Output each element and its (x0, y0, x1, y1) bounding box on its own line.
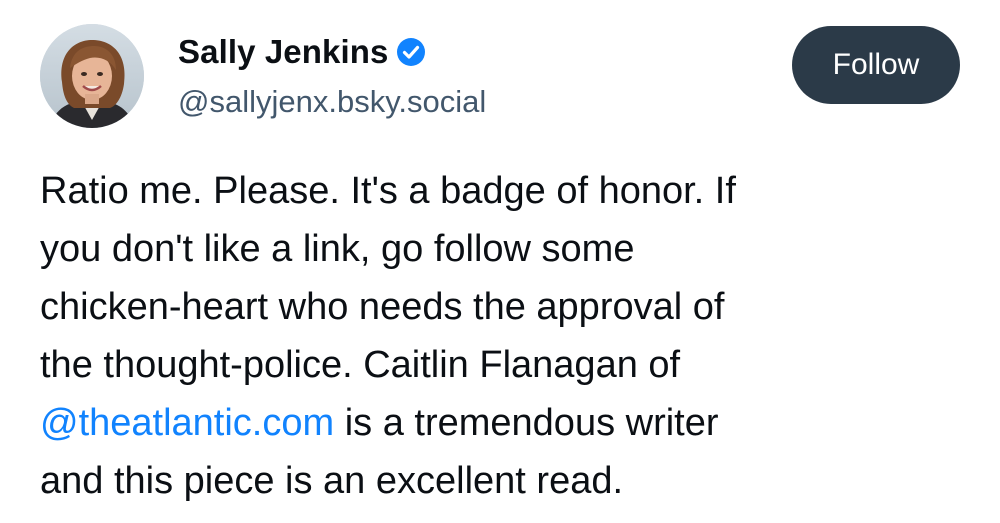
post-text-fragment: is a tremendous writer (334, 402, 719, 444)
post-text-line-with-mention: @theatlantic.com is a tremendous writer (40, 394, 970, 452)
mention-link[interactable]: @theatlantic.com (40, 402, 334, 444)
post-text-line: you don't like a link, go follow some (40, 228, 635, 270)
post-text: Ratio me. Please. It's a badge of honor.… (40, 162, 970, 510)
post-card: Sally Jenkins @sallyjenx.bsky.social Fol… (0, 0, 1000, 523)
avatar[interactable] (40, 24, 144, 128)
author-name-row: Sally Jenkins (178, 30, 426, 74)
avatar-image (40, 24, 144, 128)
post-text-line: the thought-police. Caitlin Flanagan of (40, 344, 681, 386)
follow-button[interactable]: Follow (792, 26, 960, 104)
author-handle[interactable]: @sallyjenx.bsky.social (178, 84, 486, 120)
post-text-line: chicken-heart who needs the approval of (40, 286, 725, 328)
post-text-line: and this piece is an excellent read. (40, 460, 624, 502)
verified-check-icon[interactable] (396, 37, 426, 67)
author-display-name[interactable]: Sally Jenkins (178, 33, 388, 71)
post-text-line: Ratio me. Please. It's a badge of honor.… (40, 170, 736, 212)
